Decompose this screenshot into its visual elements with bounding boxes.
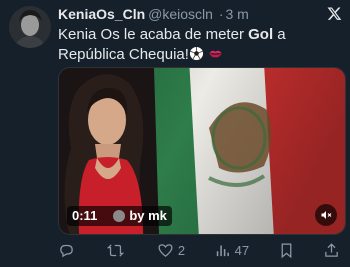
- bookmark-icon: [281, 242, 291, 258]
- views-chart-icon: [216, 245, 229, 256]
- video-player[interactable]: 0:11 by mk: [58, 67, 346, 235]
- display-name[interactable]: KeniaOs_Cln: [58, 6, 145, 22]
- credit-avatar: [113, 210, 126, 222]
- like-button[interactable]: 2: [157, 242, 185, 259]
- views-count: 47: [234, 242, 250, 258]
- reply-icon: [60, 244, 73, 257]
- tweet-header: KeniaOs_Cln @keioscln · 3 m: [58, 5, 320, 23]
- separator-dot: ·: [218, 6, 224, 22]
- tweet-text-part: Kenia Os le acaba de meter: [58, 26, 249, 43]
- bookmark-button[interactable]: [278, 242, 295, 259]
- retweet-icon: [107, 243, 125, 257]
- avatar[interactable]: [9, 6, 51, 48]
- user-handle[interactable]: @keioscln: [148, 6, 213, 22]
- kiss-mark-icon: [209, 50, 222, 58]
- reply-button[interactable]: [58, 242, 79, 259]
- like-count: 2: [177, 242, 186, 258]
- video-duration: 0:11: [72, 208, 98, 223]
- timestamp[interactable]: 3 m: [226, 6, 249, 22]
- tweet-actions: 2 47: [58, 240, 340, 260]
- tweet-text-bold: Gol: [248, 26, 274, 43]
- share-button[interactable]: [323, 242, 340, 259]
- video-credit[interactable]: by mk: [129, 208, 167, 224]
- mute-icon: [321, 211, 332, 219]
- video-duration-badge: 0:11 by mk: [67, 206, 172, 226]
- share-icon: [325, 242, 338, 257]
- x-logo-icon: [327, 7, 342, 20]
- retweet-button[interactable]: [107, 242, 128, 259]
- mute-button[interactable]: [315, 204, 337, 226]
- soccer-ball-icon: [189, 46, 203, 61]
- heart-icon: [158, 243, 173, 257]
- tweet-text: Kenia Os le acaba de meter Gol a Repúbli…: [58, 25, 342, 65]
- views-button[interactable]: 47: [214, 242, 249, 259]
